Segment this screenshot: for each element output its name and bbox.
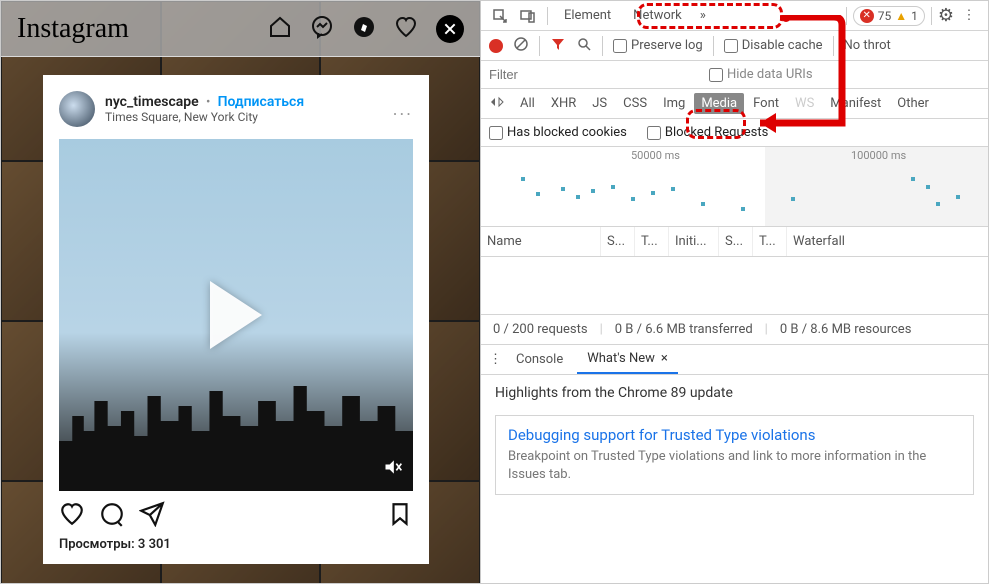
- timeline-overview[interactable]: 50000 ms 100000 ms: [481, 147, 988, 227]
- devtools-tabbar: Element Network » ✕ 75 ▲ 1 ⚙ ⋮: [481, 1, 988, 31]
- filter-input[interactable]: [489, 67, 689, 82]
- filter-font[interactable]: Font: [746, 93, 786, 114]
- filter-other[interactable]: Other: [890, 93, 936, 114]
- warning-count: 1: [911, 9, 918, 23]
- tab-elements[interactable]: Element: [554, 1, 621, 30]
- invert-icon[interactable]: [489, 94, 505, 114]
- request-table-header: Name S... T... Initi... S... T... Waterf…: [481, 227, 988, 257]
- col-time[interactable]: T...: [753, 227, 787, 256]
- instagram-logo[interactable]: Instagram: [17, 13, 129, 45]
- device-toggle-icon[interactable]: [515, 8, 541, 24]
- heart-icon[interactable]: [394, 15, 418, 43]
- status-resources: 0 B / 8.6 MB resources: [780, 322, 912, 337]
- close-tab-icon[interactable]: ×: [661, 351, 668, 366]
- mute-icon[interactable]: [383, 457, 403, 481]
- views-count: Просмотры: 3 301: [59, 537, 413, 552]
- card-title: Debugging support for Trusted Type viola…: [508, 426, 961, 444]
- timeline-label-2: 100000 ms: [851, 149, 906, 162]
- search-icon[interactable]: [576, 36, 592, 56]
- whatsnew-card[interactable]: Debugging support for Trusted Type viola…: [495, 415, 974, 495]
- whatsnew-heading: Highlights from the Chrome 89 update: [495, 385, 974, 401]
- card-body: Breakpoint on Trusted Type violations an…: [508, 448, 961, 484]
- drawer-tabs: ⋮ Console What's New ×: [481, 345, 988, 375]
- request-table-body: [481, 257, 988, 315]
- clear-icon[interactable]: [513, 36, 529, 56]
- warning-triangle-icon: ▲: [895, 9, 907, 23]
- video-thumbnail[interactable]: [59, 139, 413, 491]
- filter-xhr[interactable]: XHR: [544, 93, 583, 114]
- cookie-filter-bar: Has blocked cookies Blocked Requests: [481, 119, 988, 147]
- home-icon[interactable]: [268, 15, 292, 43]
- error-dot-icon: ✕: [860, 9, 874, 23]
- comment-icon[interactable]: [99, 501, 125, 531]
- throttling-dropdown[interactable]: No throt: [844, 38, 891, 53]
- explore-icon[interactable]: [352, 15, 376, 43]
- col-size[interactable]: S...: [719, 227, 753, 256]
- status-transferred: 0 B / 6.6 MB transferred: [615, 322, 753, 337]
- inspect-icon[interactable]: [487, 8, 513, 24]
- drawer-kebab-icon[interactable]: ⋮: [489, 352, 502, 367]
- messenger-icon[interactable]: [310, 15, 334, 43]
- like-icon[interactable]: [59, 501, 85, 531]
- hide-data-urls-checkbox[interactable]: Hide data URIs: [709, 67, 813, 82]
- type-filter-bar: All XHR JS CSS Img Media Font WS Manifes…: [481, 89, 988, 119]
- network-toolbar: Preserve log Disable cache No throt: [481, 31, 988, 61]
- record-icon[interactable]: [489, 39, 503, 53]
- kebab-menu-icon[interactable]: ⋮: [956, 8, 982, 23]
- close-icon[interactable]: [436, 15, 464, 43]
- play-icon[interactable]: [210, 281, 262, 349]
- blocked-cookies-checkbox[interactable]: Has blocked cookies: [489, 125, 627, 140]
- status-requests: 0 / 200 requests: [493, 322, 588, 337]
- tab-whats-new[interactable]: What's New ×: [577, 345, 678, 374]
- avatar[interactable]: [59, 91, 95, 127]
- filter-css[interactable]: CSS: [616, 93, 654, 114]
- col-status[interactable]: S...: [601, 227, 635, 256]
- instagram-pane: Instagram nyc_timescape • Подписаться: [1, 1, 480, 583]
- instagram-header: Instagram: [1, 1, 480, 57]
- status-bar: 0 / 200 requests | 0 B / 6.6 MB transfer…: [481, 315, 988, 345]
- filter-ws[interactable]: WS: [788, 93, 821, 114]
- share-icon[interactable]: [139, 501, 165, 531]
- blocked-requests-checkbox[interactable]: Blocked Requests: [647, 125, 768, 140]
- bookmark-icon[interactable]: [387, 501, 413, 531]
- filter-media[interactable]: Media: [694, 93, 744, 114]
- skyline-silhouette: [59, 371, 413, 491]
- col-name[interactable]: Name: [481, 227, 601, 256]
- filter-js[interactable]: JS: [585, 93, 614, 114]
- col-type[interactable]: T...: [635, 227, 669, 256]
- settings-gear-icon[interactable]: ⚙: [938, 5, 954, 26]
- more-tabs-chevron-icon[interactable]: »: [694, 8, 712, 23]
- disable-cache-checkbox[interactable]: Disable cache: [724, 38, 823, 53]
- filter-all[interactable]: All: [513, 93, 542, 114]
- filter-funnel-icon[interactable]: [550, 36, 566, 56]
- follow-button[interactable]: Подписаться: [218, 94, 305, 110]
- filter-manifest[interactable]: Manifest: [823, 93, 888, 114]
- post-actions: [59, 501, 413, 531]
- timeline-label-1: 50000 ms: [631, 149, 680, 162]
- devtools-pane: Element Network » ✕ 75 ▲ 1 ⚙ ⋮ Preserve …: [480, 1, 988, 583]
- post-card: nyc_timescape • Подписаться Times Square…: [43, 75, 429, 564]
- filter-img[interactable]: Img: [656, 93, 692, 114]
- col-initiator[interactable]: Initi...: [669, 227, 719, 256]
- more-options-icon[interactable]: ...: [393, 99, 413, 120]
- separator-dot: •: [206, 95, 210, 110]
- tab-network[interactable]: Network: [623, 1, 692, 30]
- col-waterfall[interactable]: Waterfall: [787, 227, 988, 256]
- error-warning-badge[interactable]: ✕ 75 ▲ 1: [853, 6, 925, 26]
- drawer-body: Highlights from the Chrome 89 update Deb…: [481, 375, 988, 583]
- location[interactable]: Times Square, New York City: [105, 110, 383, 124]
- error-count: 75: [878, 9, 892, 23]
- username[interactable]: nyc_timescape: [105, 94, 199, 110]
- tab-console[interactable]: Console: [506, 345, 573, 374]
- filter-bar: Hide data URIs: [481, 61, 988, 89]
- preserve-log-checkbox[interactable]: Preserve log: [613, 38, 703, 53]
